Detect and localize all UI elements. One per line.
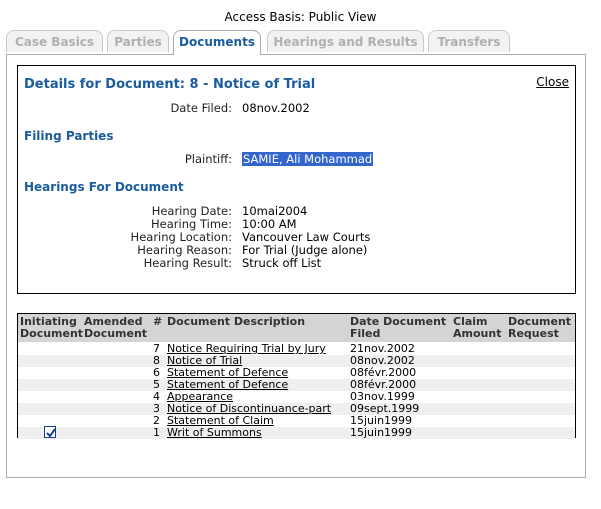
row-number: 1 <box>153 426 160 439</box>
hearing-result-value: Struck off List <box>242 256 322 270</box>
hearing-location-label: Hearing Location: <box>130 230 232 244</box>
table-row: 3 Notice of Discontinuance-part 09sept.1… <box>18 403 575 415</box>
plaintiff-label: Plaintiff: <box>184 152 232 166</box>
tab-transfers[interactable]: Transfers <box>428 30 510 52</box>
tab-hearings-and-results[interactable]: Hearings and Results <box>267 30 424 52</box>
document-details-box: Details for Document: 8 - Notice of Tria… <box>17 65 576 294</box>
header-document-request: Document Request <box>508 315 572 340</box>
row-date: 15juin1999 <box>350 426 413 439</box>
initiating-checkbox[interactable] <box>44 426 56 438</box>
table-row: 1 Writ of Summons 15juin1999 <box>18 426 575 439</box>
table-row: 7 Notice Requiring Trial by Jury 21nov.2… <box>18 343 575 355</box>
plaintiff-name[interactable]: SAMIE, Ali Mohammad <box>242 152 374 166</box>
tab-parties[interactable]: Parties <box>107 30 169 52</box>
hearing-date-label: Hearing Date: <box>151 204 232 218</box>
hearing-time-label: Hearing Time: <box>151 217 232 231</box>
document-link[interactable]: Writ of Summons <box>167 427 262 439</box>
hearings-heading: Hearings For Document <box>24 180 184 194</box>
hearing-reason-value: For Trial (Judge alone) <box>242 243 368 257</box>
header-date-filed: Date Document Filed <box>350 315 447 340</box>
tab-documents[interactable]: Documents <box>173 30 261 55</box>
documents-table: Initiating Document Amended Document # Doc… <box>17 313 576 439</box>
tab-case-basics[interactable]: Case Basics <box>6 30 103 52</box>
details-title: Details for Document: 8 - Notice of Tria… <box>24 77 316 92</box>
table-row: 6 Statement of Defence 08févr.2000 <box>18 367 575 379</box>
hearing-location-value: Vancouver Law Courts <box>242 230 371 244</box>
header-document-description: Document Description <box>167 315 306 328</box>
checkmark-icon <box>46 428 56 438</box>
hearing-reason-label: Hearing Reason: <box>137 243 232 257</box>
access-basis: Access Basis: Public View <box>224 10 377 24</box>
hearing-time-value: 10:00 AM <box>242 217 297 231</box>
header-claim-amount: Claim Amount <box>453 315 502 340</box>
close-link[interactable]: Close <box>536 75 569 89</box>
table-header: Initiating Document Amended Document # Doc… <box>18 314 575 342</box>
table-row: 8 Notice of Trial 08nov.2002 <box>18 355 575 367</box>
hearing-result-label: Hearing Result: <box>143 256 232 270</box>
date-filed-value: 08nov.2002 <box>242 101 310 115</box>
table-row: 2 Statement of Claim 15juin1999 <box>18 415 575 427</box>
plaintiff-value[interactable]: SAMIE, Ali Mohammad <box>242 152 374 166</box>
table-row: 5 Statement of Defence 08févr.2000 <box>18 379 575 391</box>
header-amended-document: Amended Document <box>84 315 148 340</box>
date-filed-label: Date Filed: <box>170 101 232 115</box>
filing-parties-heading: Filing Parties <box>24 129 114 143</box>
header-initiating-document: Initiating Document <box>20 315 84 340</box>
hearing-date-value: 10mai2004 <box>242 204 308 218</box>
header-number: # <box>153 315 163 328</box>
